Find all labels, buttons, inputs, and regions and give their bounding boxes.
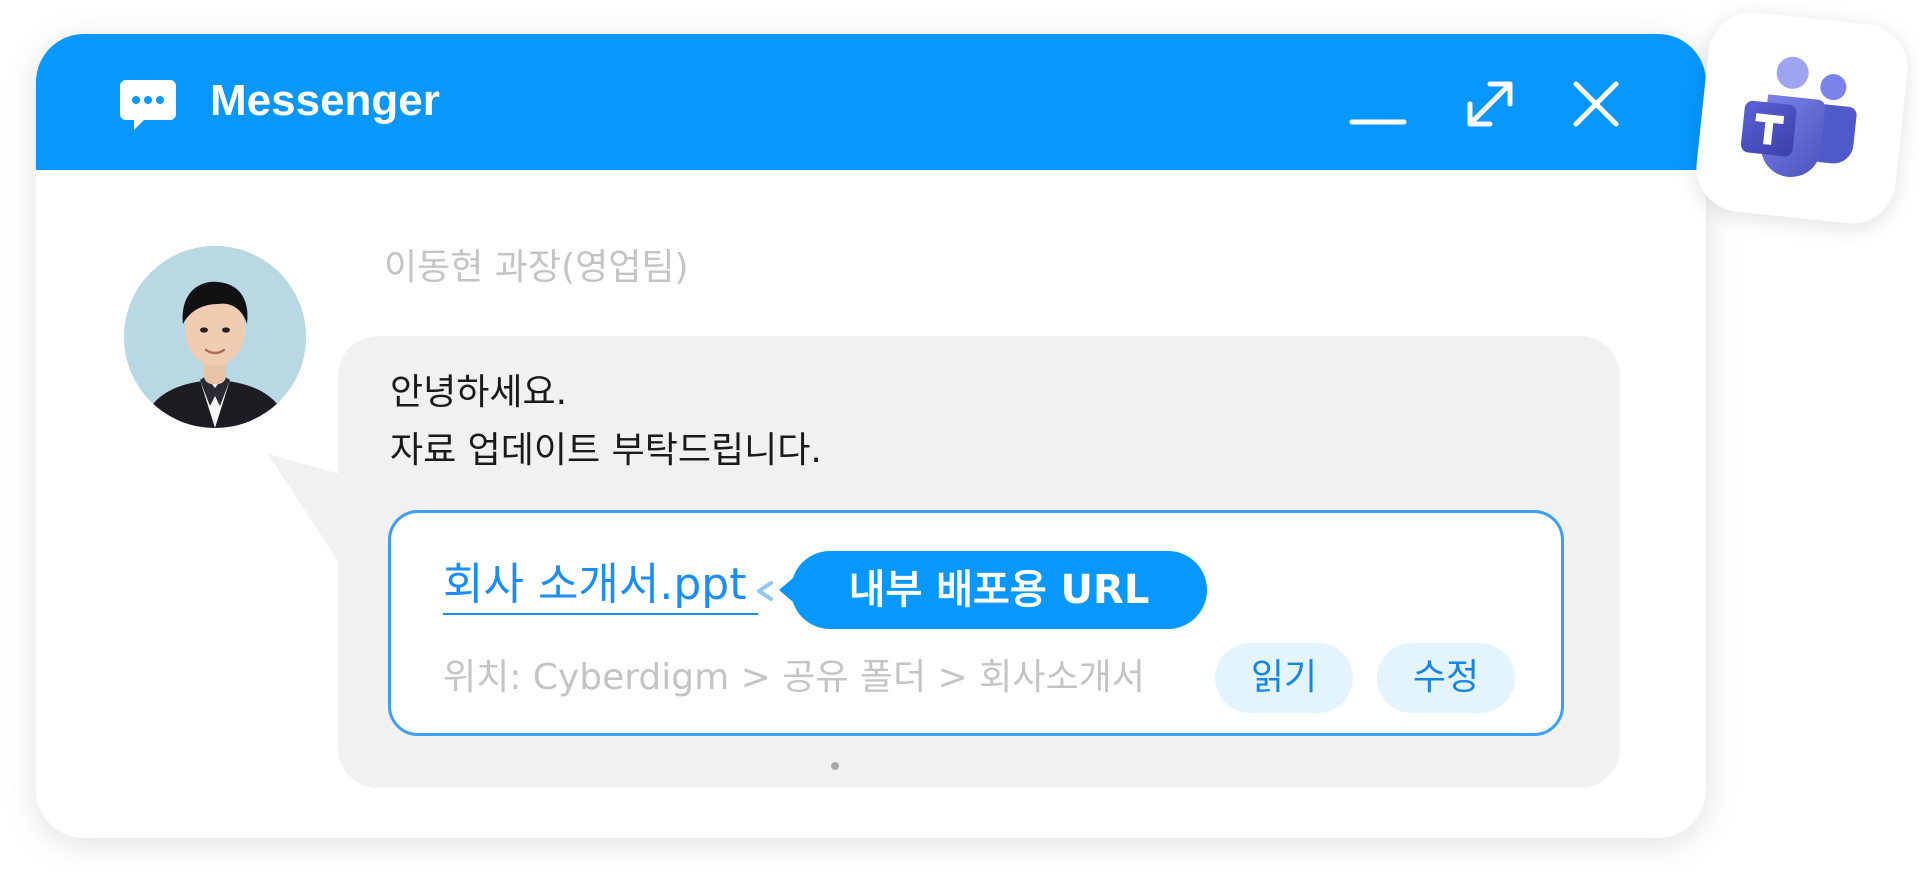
edit-button[interactable]: 수정 xyxy=(1377,643,1515,713)
window-title: Messenger xyxy=(210,76,440,125)
chat-bubble-icon xyxy=(120,80,176,130)
message-bubble: 안녕하세요. 자료 업데이트 부탁드립니다. 회사 소개서.ppt 내부 배포용… xyxy=(338,336,1620,788)
file-link[interactable]: 회사 소개서.ppt xyxy=(443,557,759,615)
minimize-button[interactable] xyxy=(1348,74,1408,134)
chevron-left-icon xyxy=(757,581,773,601)
minimize-icon xyxy=(1349,119,1407,125)
messenger-window: Messenger 이동현 과장(영업팀) 안녕하세요. 자료 업데이트 부탁드… xyxy=(36,34,1706,838)
close-button[interactable] xyxy=(1566,74,1626,134)
sender-name: 이동현 과장(영업팀) xyxy=(384,247,689,288)
expand-icon xyxy=(1467,81,1513,127)
internal-url-badge: 내부 배포용 URL xyxy=(779,551,1207,629)
message-line: 자료 업데이트 부탁드립니다. xyxy=(390,430,822,471)
title-bar[interactable]: Messenger xyxy=(36,34,1706,170)
file-location: 위치: Cyberdigm > 공유 폴더 > 회사소개서 xyxy=(443,657,1145,698)
teams-app-tile[interactable] xyxy=(1692,8,1912,228)
pager-dot xyxy=(831,762,839,770)
microsoft-teams-icon xyxy=(1740,56,1857,177)
close-icon xyxy=(1573,81,1619,127)
sender-avatar[interactable] xyxy=(124,246,306,428)
internal-url-badge-label: 내부 배포용 URL xyxy=(848,567,1150,613)
maximize-button[interactable] xyxy=(1460,74,1520,134)
attachment-card[interactable]: 회사 소개서.ppt 내부 배포용 URL 위치: Cyberdigm > 공유… xyxy=(388,510,1564,736)
read-button[interactable]: 읽기 xyxy=(1215,643,1353,713)
message-line: 안녕하세요. xyxy=(390,372,568,413)
